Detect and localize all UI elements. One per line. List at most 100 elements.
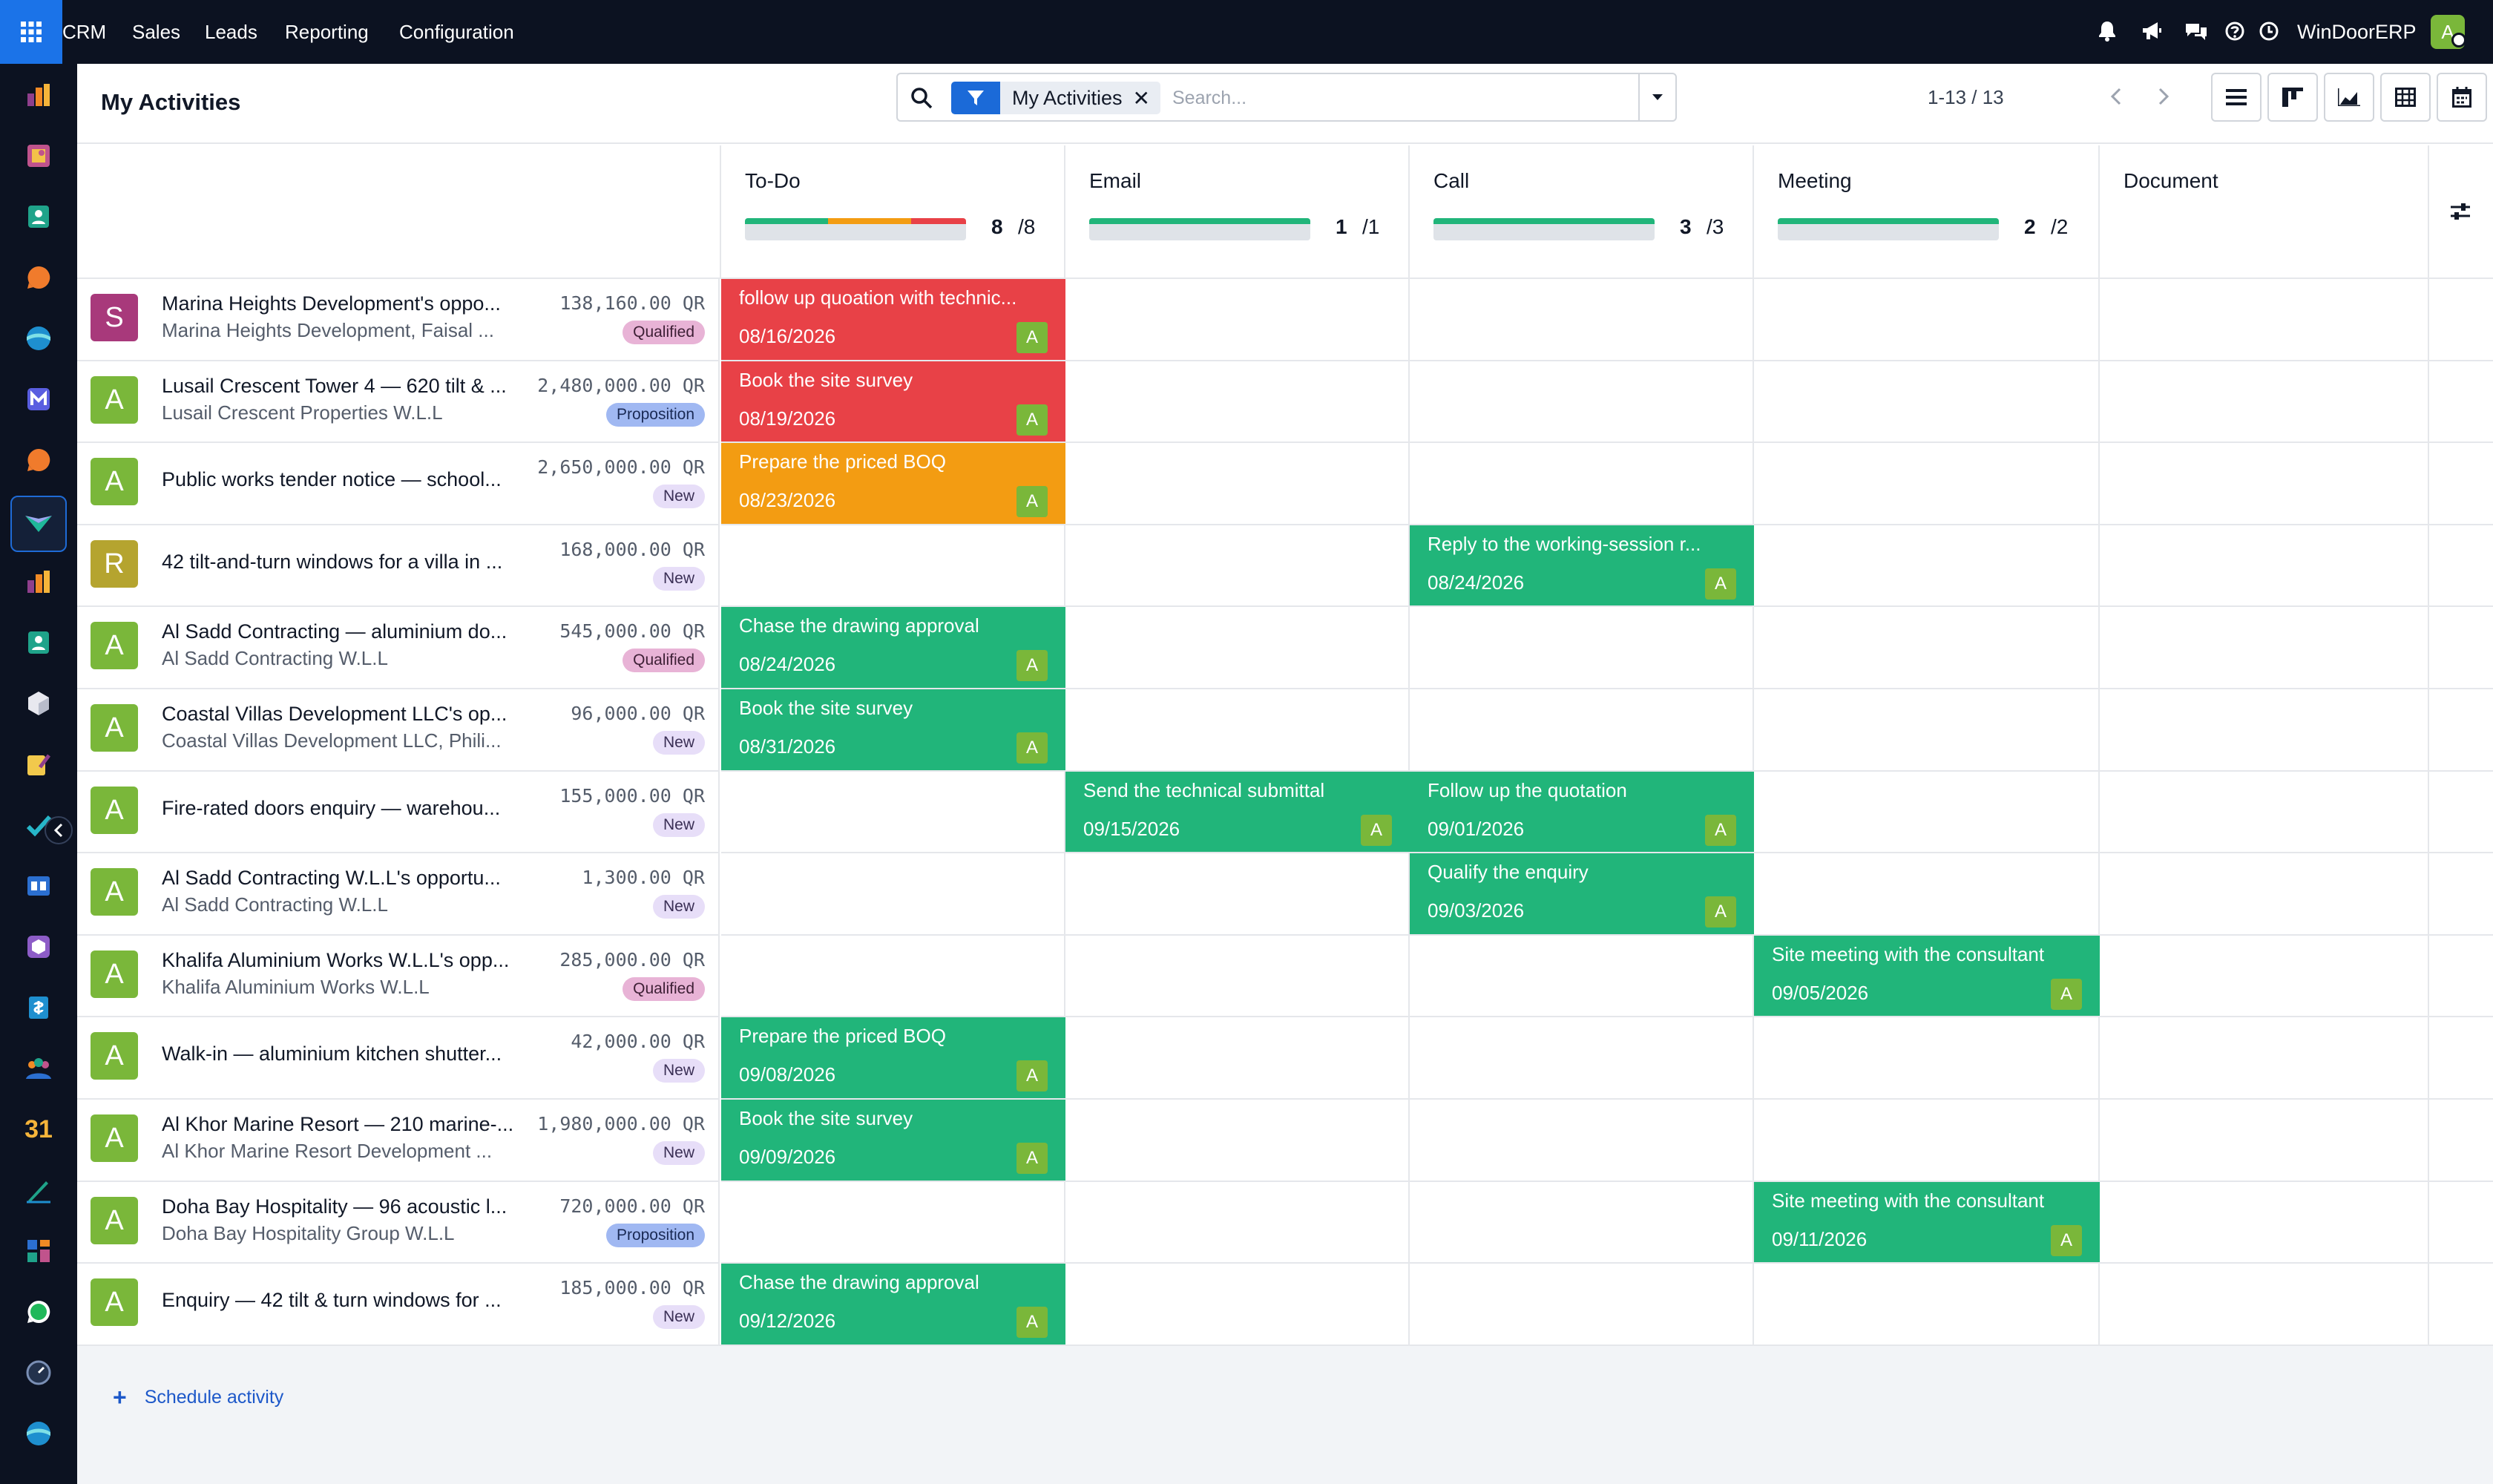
record-name[interactable]: 42 tilt-and-turn windows for a villa in … — [162, 551, 518, 574]
calendar-app-icon[interactable]: 31 — [21, 1112, 56, 1147]
empty-activity-cell[interactable] — [1065, 361, 1410, 443]
empty-activity-cell[interactable] — [2429, 853, 2493, 936]
activity-cell[interactable]: Prepare the priced BOQ 08/23/2026 A — [721, 443, 1065, 525]
menu-configuration[interactable]: Configuration — [399, 0, 514, 64]
company-switcher[interactable]: WinDoorERP — [2297, 0, 2417, 64]
empty-activity-cell[interactable] — [2429, 772, 2493, 853]
chat-icon[interactable] — [2183, 18, 2210, 45]
empty-activity-cell[interactable] — [2429, 1264, 2493, 1346]
timer-app-icon[interactable] — [21, 1355, 56, 1391]
contacts-app-icon[interactable] — [21, 199, 56, 234]
activity-cell[interactable]: Reply to the working-session r... 08/24/2… — [1410, 525, 1754, 607]
empty-activity-cell[interactable] — [721, 853, 1065, 936]
search-bar[interactable]: My Activities ✕ — [896, 73, 1677, 122]
record-row[interactable]: A Al Sadd Contracting — aluminium do... Al… — [77, 607, 720, 689]
menu-sales[interactable]: Sales — [132, 0, 180, 64]
column-progress-bar[interactable] — [745, 218, 966, 240]
empty-activity-cell[interactable] — [1410, 689, 1754, 772]
record-name[interactable]: Walk-in — aluminium kitchen shutter... — [162, 1043, 518, 1066]
empty-activity-cell[interactable] — [1065, 1264, 1410, 1346]
empty-activity-cell[interactable] — [1065, 1017, 1410, 1100]
column-header-call[interactable]: Call 3 /3 — [1410, 145, 1754, 279]
activity-cell[interactable]: Send the technical submittal 09/15/2026 A — [1065, 772, 1410, 853]
column-settings-icon[interactable] — [2428, 145, 2493, 279]
empty-activity-cell[interactable] — [1410, 1182, 1754, 1264]
empty-activity-cell[interactable] — [1065, 1100, 1410, 1182]
record-name[interactable]: Marina Heights Development's oppo... — [162, 292, 518, 315]
empty-activity-cell[interactable] — [1754, 772, 2100, 853]
sidebar-collapse-button[interactable] — [45, 816, 73, 844]
progress-segment[interactable] — [1778, 218, 1999, 224]
knowledge-app-icon[interactable] — [21, 868, 56, 904]
progress-segment[interactable] — [910, 218, 966, 224]
record-name[interactable]: Lusail Crescent Tower 4 — 620 tilt & ... — [162, 375, 518, 398]
empty-activity-cell[interactable] — [2100, 525, 2429, 607]
crm-app-icon[interactable] — [10, 496, 67, 552]
record-row[interactable]: A Walk-in — aluminium kitchen shutter... 4… — [77, 1017, 720, 1100]
mail-app-icon[interactable] — [21, 381, 56, 417]
kanban-view-icon[interactable] — [2267, 73, 2318, 122]
empty-activity-cell[interactable] — [2100, 689, 2429, 772]
website-app-icon[interactable] — [21, 321, 56, 356]
activity-cell[interactable]: Qualify the enquiry 09/03/2026 A — [1410, 853, 1754, 936]
discuss-app-icon[interactable] — [21, 260, 56, 295]
empty-activity-cell[interactable] — [1410, 1017, 1754, 1100]
empty-activity-cell[interactable] — [2100, 1264, 2429, 1346]
record-row[interactable]: A Coastal Villas Development LLC's op... C… — [77, 689, 720, 772]
empty-activity-cell[interactable] — [1754, 361, 2100, 443]
record-row[interactable]: A Enquiry — 42 tilt & turn windows for ..… — [77, 1264, 720, 1346]
empty-activity-cell[interactable] — [1754, 853, 2100, 936]
empty-activity-cell[interactable] — [1754, 607, 2100, 689]
empty-activity-cell[interactable] — [1754, 1100, 2100, 1182]
progress-segment[interactable] — [827, 218, 911, 224]
empty-activity-cell[interactable] — [1410, 443, 1754, 525]
empty-activity-cell[interactable] — [2429, 936, 2493, 1017]
menu-crm[interactable]: CRM — [62, 0, 106, 64]
empty-activity-cell[interactable] — [2100, 443, 2429, 525]
empty-activity-cell[interactable] — [2429, 279, 2493, 361]
activity-cell[interactable]: Prepare the priced BOQ 09/08/2026 A — [721, 1017, 1065, 1100]
empty-activity-cell[interactable] — [2100, 1100, 2429, 1182]
graph-view-icon[interactable] — [2324, 73, 2374, 122]
empty-activity-cell[interactable] — [1065, 525, 1410, 607]
empty-activity-cell[interactable] — [2429, 525, 2493, 607]
record-name[interactable]: Al Khor Marine Resort — 210 marine-... — [162, 1113, 518, 1136]
help-icon[interactable] — [2221, 18, 2248, 45]
empty-activity-cell[interactable] — [2100, 936, 2429, 1017]
products-app-icon[interactable] — [21, 929, 56, 965]
progress-segment[interactable] — [745, 218, 828, 224]
activity-cell[interactable]: Site meeting with the consultant 09/05/20… — [1754, 936, 2100, 1017]
empty-activity-cell[interactable] — [721, 936, 1065, 1017]
menu-reporting[interactable]: Reporting — [285, 0, 369, 64]
calendar-view-icon[interactable] — [2437, 73, 2487, 122]
record-row[interactable]: S Marina Heights Development's oppo... Mar… — [77, 279, 720, 361]
record-row[interactable]: A Al Sadd Contracting W.L.L's opportu... A… — [77, 853, 720, 936]
empty-activity-cell[interactable] — [1410, 607, 1754, 689]
record-name[interactable]: Doha Bay Hospitality — 96 acoustic l... — [162, 1195, 518, 1218]
reporting-app-icon[interactable] — [21, 564, 56, 600]
activity-cell[interactable]: Follow up the quotation 09/01/2026 A — [1410, 772, 1754, 853]
progress-segment[interactable] — [1433, 218, 1655, 224]
record-row[interactable]: A Al Khor Marine Resort — 210 marine-... A… — [77, 1100, 720, 1182]
activity-cell[interactable]: Chase the drawing approval 08/24/2026 A — [721, 607, 1065, 689]
empty-activity-cell[interactable] — [2429, 1182, 2493, 1264]
chat-app-icon[interactable] — [21, 442, 56, 478]
column-progress-bar[interactable] — [1433, 218, 1655, 240]
empty-activity-cell[interactable] — [2100, 607, 2429, 689]
activity-cell[interactable]: Chase the drawing approval 09/12/2026 A — [721, 1264, 1065, 1346]
megaphone-icon[interactable] — [2138, 18, 2165, 45]
record-name[interactable]: Fire-rated doors enquiry — warehou... — [162, 797, 518, 820]
list-view-icon[interactable] — [2211, 73, 2262, 122]
record-row[interactable]: A Lusail Crescent Tower 4 — 620 tilt & ..… — [77, 361, 720, 443]
empty-activity-cell[interactable] — [1065, 689, 1410, 772]
empty-activity-cell[interactable] — [1754, 1264, 2100, 1346]
record-row[interactable]: A Khalifa Aluminium Works W.L.L's opp... K… — [77, 936, 720, 1017]
activity-cell[interactable]: follow up quoation with technic... 08/16/… — [721, 279, 1065, 361]
empty-activity-cell[interactable] — [1754, 525, 2100, 607]
empty-activity-cell[interactable] — [2429, 607, 2493, 689]
empty-activity-cell[interactable] — [1754, 689, 2100, 772]
search-icon[interactable] — [910, 86, 933, 114]
empty-activity-cell[interactable] — [2100, 772, 2429, 853]
pager-next-icon[interactable] — [2143, 74, 2184, 119]
record-name[interactable]: Al Sadd Contracting W.L.L's opportu... — [162, 867, 518, 890]
